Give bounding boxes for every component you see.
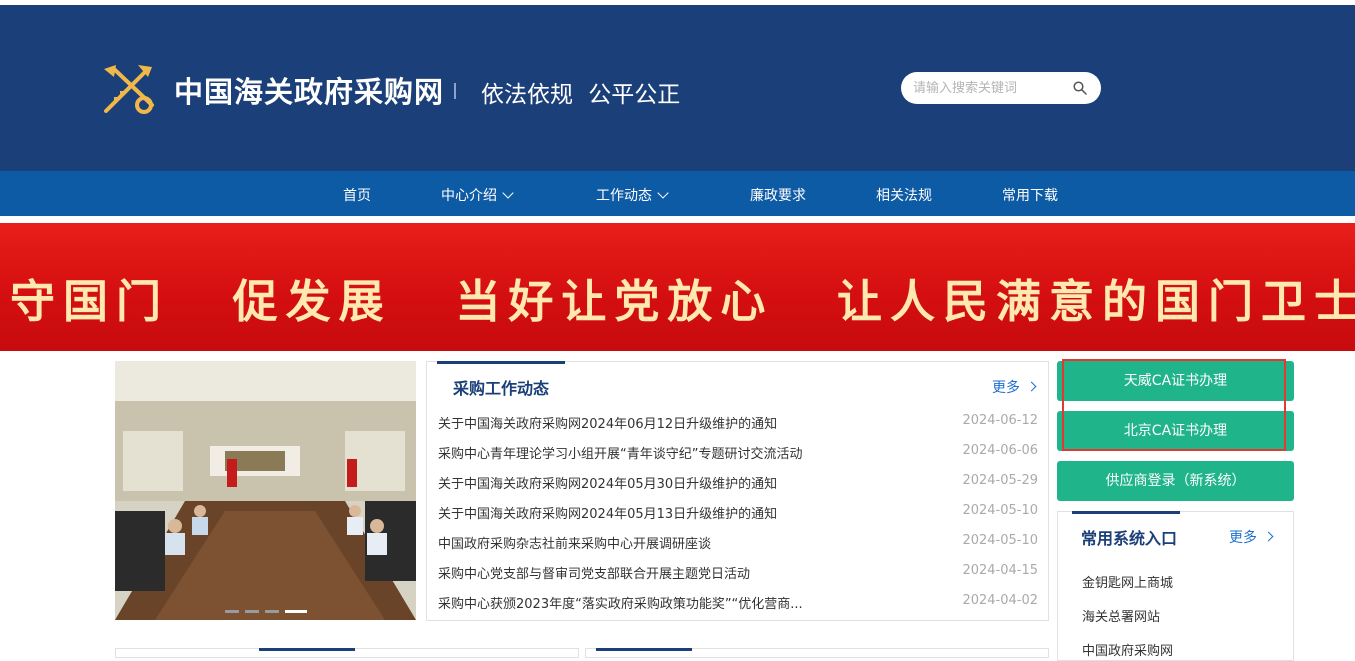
news-more-link[interactable]: 更多 (992, 377, 1037, 397)
chevron-right-icon (1026, 381, 1037, 392)
chevron-down-icon (502, 187, 514, 199)
system-link-customs-website[interactable]: 海关总署网站 (1082, 606, 1160, 625)
search-icon[interactable] (1073, 81, 1087, 95)
tab-underline (437, 361, 565, 364)
nav-item-center-intro[interactable]: 中心介绍 (441, 185, 514, 205)
news-item-date: 2024-05-29 (962, 473, 1038, 488)
more-label: 更多 (992, 380, 1020, 396)
systems-panel-title[interactable]: 常用系统入口 (1081, 525, 1177, 549)
slogan-banner: 守国门 促发展 当好让党放心 让人民满意的国门卫士 (0, 223, 1355, 351)
nav-label: 廉政要求 (750, 188, 806, 204)
news-list-item[interactable]: 关于中国海关政府采购网2024年06月12日升级维护的通知 2024-06-12 (438, 413, 1038, 433)
news-panel-title[interactable]: 采购工作动态 (453, 375, 549, 399)
news-item-date: 2024-04-15 (962, 563, 1038, 578)
nav-item-work-news[interactable]: 工作动态 (596, 185, 669, 205)
supplier-login-button[interactable]: 供应商登录（新系统） (1057, 461, 1294, 501)
search-box (901, 72, 1101, 104)
news-list-item[interactable]: 中国政府采购杂志社前来采购中心开展调研座谈 2024-05-10 (438, 533, 1038, 553)
news-item-date: 2024-04-02 (962, 593, 1038, 608)
nav-item-home[interactable]: 首页 (343, 185, 371, 205)
systems-panel: 常用系统入口 更多 金钥匙网上商城 海关总署网站 中国政府采购网 (1057, 511, 1294, 661)
news-list-item[interactable]: 采购中心党支部与督审司党支部联合开展主题党日活动 2024-04-15 (438, 563, 1038, 583)
highlight-outline (1062, 359, 1286, 451)
news-item-date: 2024-06-06 (962, 443, 1038, 458)
system-link-ccgp[interactable]: 中国政府采购网 (1082, 640, 1173, 659)
news-panel: 采购工作动态 更多 关于中国海关政府采购网2024年06月12日升级维护的通知 2… (426, 361, 1049, 621)
nav-item-downloads[interactable]: 常用下载 (1002, 185, 1058, 205)
news-item-title[interactable]: 关于中国海关政府采购网2024年05月13日升级维护的通知 (438, 503, 777, 522)
site-header: 中国海关政府采购网 依法依规 公平公正 (0, 5, 1355, 171)
news-item-title[interactable]: 关于中国海关政府采购网2024年06月12日升级维护的通知 (438, 413, 777, 432)
news-item-date: 2024-05-10 (962, 503, 1038, 518)
search-input[interactable] (913, 79, 1063, 97)
news-item-title[interactable]: 采购中心获颁2023年度“落实政府采购政策功能奖”“优化营商... (438, 593, 803, 612)
news-list-item[interactable]: 采购中心获颁2023年度“落实政府采购政策功能奖”“优化营商... 2024-04… (438, 593, 1038, 613)
bottom-panel-left (115, 648, 579, 658)
nav-label: 首页 (343, 188, 371, 204)
news-list-item[interactable]: 采购中心青年理论学习小组开展“青年谈守纪”专题研讨交流活动 2024-06-06 (438, 443, 1038, 463)
tab-underline (1072, 511, 1180, 514)
banner-text: 守国门 促发展 当好让党放心 让人民满意的国门卫士 (10, 275, 1355, 328)
news-item-title[interactable]: 采购中心党支部与督审司党支部联合开展主题党日活动 (438, 563, 750, 582)
more-label: 更多 (1229, 530, 1257, 546)
systems-more-link[interactable]: 更多 (1229, 527, 1274, 547)
nav-label: 相关法规 (876, 188, 932, 204)
bottom-panel-right (585, 648, 1049, 658)
nav-label: 工作动态 (596, 188, 652, 204)
nav-item-integrity[interactable]: 廉政要求 (750, 185, 806, 205)
meeting-photo[interactable] (115, 361, 416, 620)
site-slogan: 依法依规 公平公正 (481, 82, 681, 108)
tab-underline (259, 648, 355, 651)
news-item-date: 2024-06-12 (962, 413, 1038, 428)
news-list-item[interactable]: 关于中国海关政府采购网2024年05月30日升级维护的通知 2024-05-29 (438, 473, 1038, 493)
news-item-title[interactable]: 中国政府采购杂志社前来采购中心开展调研座谈 (438, 533, 711, 552)
nav-label: 中心介绍 (441, 188, 497, 204)
nav-label: 常用下载 (1002, 188, 1058, 204)
chevron-down-icon (657, 187, 669, 199)
news-item-title[interactable]: 采购中心青年理论学习小组开展“青年谈守纪”专题研讨交流活动 (438, 443, 802, 462)
system-link-jinyaoshi-mall[interactable]: 金钥匙网上商城 (1082, 572, 1173, 591)
news-photo-carousel[interactable] (115, 361, 416, 620)
site-title[interactable]: 中国海关政府采购网 (174, 69, 444, 111)
title-divider (454, 83, 456, 99)
news-item-title[interactable]: 关于中国海关政府采购网2024年05月30日升级维护的通知 (438, 473, 777, 492)
tab-underline (596, 648, 692, 651)
news-item-date: 2024-05-10 (962, 533, 1038, 548)
customs-emblem-icon[interactable] (100, 61, 158, 119)
chevron-right-icon (1263, 531, 1274, 542)
nav-item-regulations[interactable]: 相关法规 (876, 185, 932, 205)
main-nav: 首页 中心介绍 工作动态 廉政要求 相关法规 常用下载 (0, 171, 1355, 216)
news-list-item[interactable]: 关于中国海关政府采购网2024年05月13日升级维护的通知 2024-05-10 (438, 503, 1038, 523)
